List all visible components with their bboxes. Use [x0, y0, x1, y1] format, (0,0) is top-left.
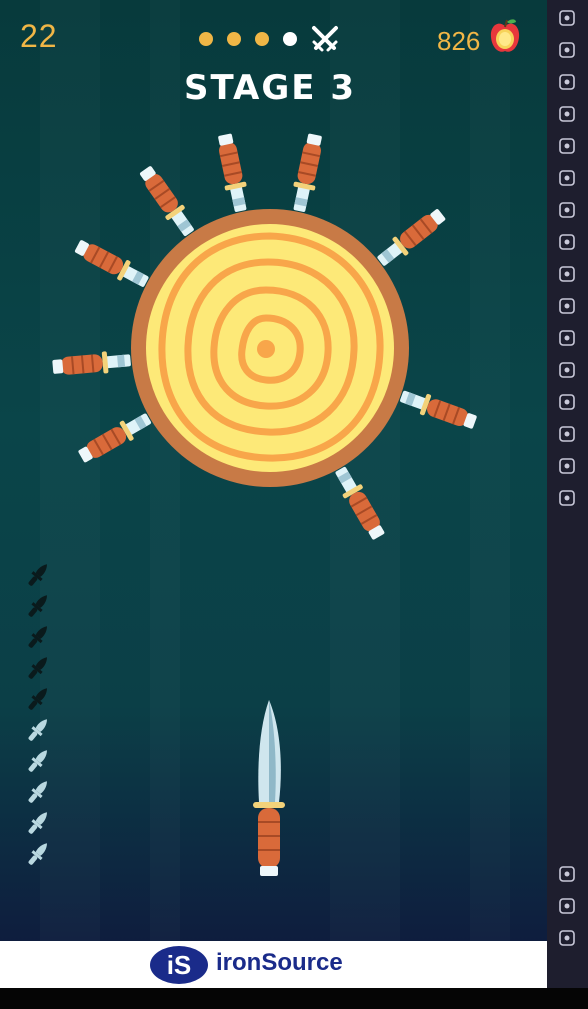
bottom-strip — [0, 988, 588, 1009]
used-knife-icon — [20, 560, 56, 590]
gamepad-icon[interactable] — [555, 230, 579, 254]
multi-window-icon[interactable] — [555, 358, 579, 382]
remaining-knife-icon — [20, 839, 56, 869]
volume-down-icon[interactable] — [555, 70, 579, 94]
used-knife-icon — [20, 622, 56, 652]
stuck-knife — [50, 348, 133, 379]
layers-icon[interactable] — [555, 422, 579, 446]
stuck-knife — [287, 131, 328, 215]
stuck-knife — [329, 462, 390, 544]
stuck-knife — [396, 384, 480, 434]
folder-icon[interactable] — [555, 326, 579, 350]
fullscreen-icon[interactable] — [555, 6, 579, 30]
apk-icon[interactable] — [555, 262, 579, 286]
volume-up-icon[interactable] — [555, 38, 579, 62]
speed-icon[interactable] — [555, 454, 579, 478]
erase-icon[interactable] — [555, 390, 579, 414]
back-icon[interactable] — [555, 862, 579, 886]
keyboard-icon[interactable] — [555, 134, 579, 158]
remaining-knife-icon — [20, 715, 56, 745]
stuck-knife — [74, 407, 156, 468]
remaining-knife-icon — [20, 808, 56, 838]
used-knife-icon — [20, 653, 56, 683]
emulator-sidebar — [547, 0, 588, 988]
used-knife-icon — [20, 684, 56, 714]
settings-icon[interactable] — [555, 486, 579, 510]
stuck-knife — [134, 162, 200, 241]
used-knife-icon — [20, 591, 56, 621]
ad-brand-text: ironSource — [216, 949, 343, 976]
ironsource-logo: iS — [150, 946, 208, 984]
home-icon[interactable] — [555, 894, 579, 918]
remaining-knife-icon — [20, 777, 56, 807]
recent-apps-icon[interactable] — [555, 926, 579, 950]
ad-banner[interactable]: iS ironSource — [0, 941, 547, 988]
screenshot-icon[interactable] — [555, 294, 579, 318]
stuck-knife — [71, 234, 153, 293]
game-screen[interactable]: 22 826 STAGE 3 — [0, 0, 547, 941]
remaining-knife-icon — [20, 746, 56, 776]
play-record-icon[interactable] — [555, 166, 579, 190]
cursor-icon[interactable] — [555, 102, 579, 126]
svg-text:iS: iS — [167, 950, 192, 980]
stuck-knife — [372, 204, 450, 272]
stuck-knife — [212, 131, 253, 215]
knife-icon[interactable] — [247, 698, 291, 880]
rotate-icon[interactable] — [555, 198, 579, 222]
